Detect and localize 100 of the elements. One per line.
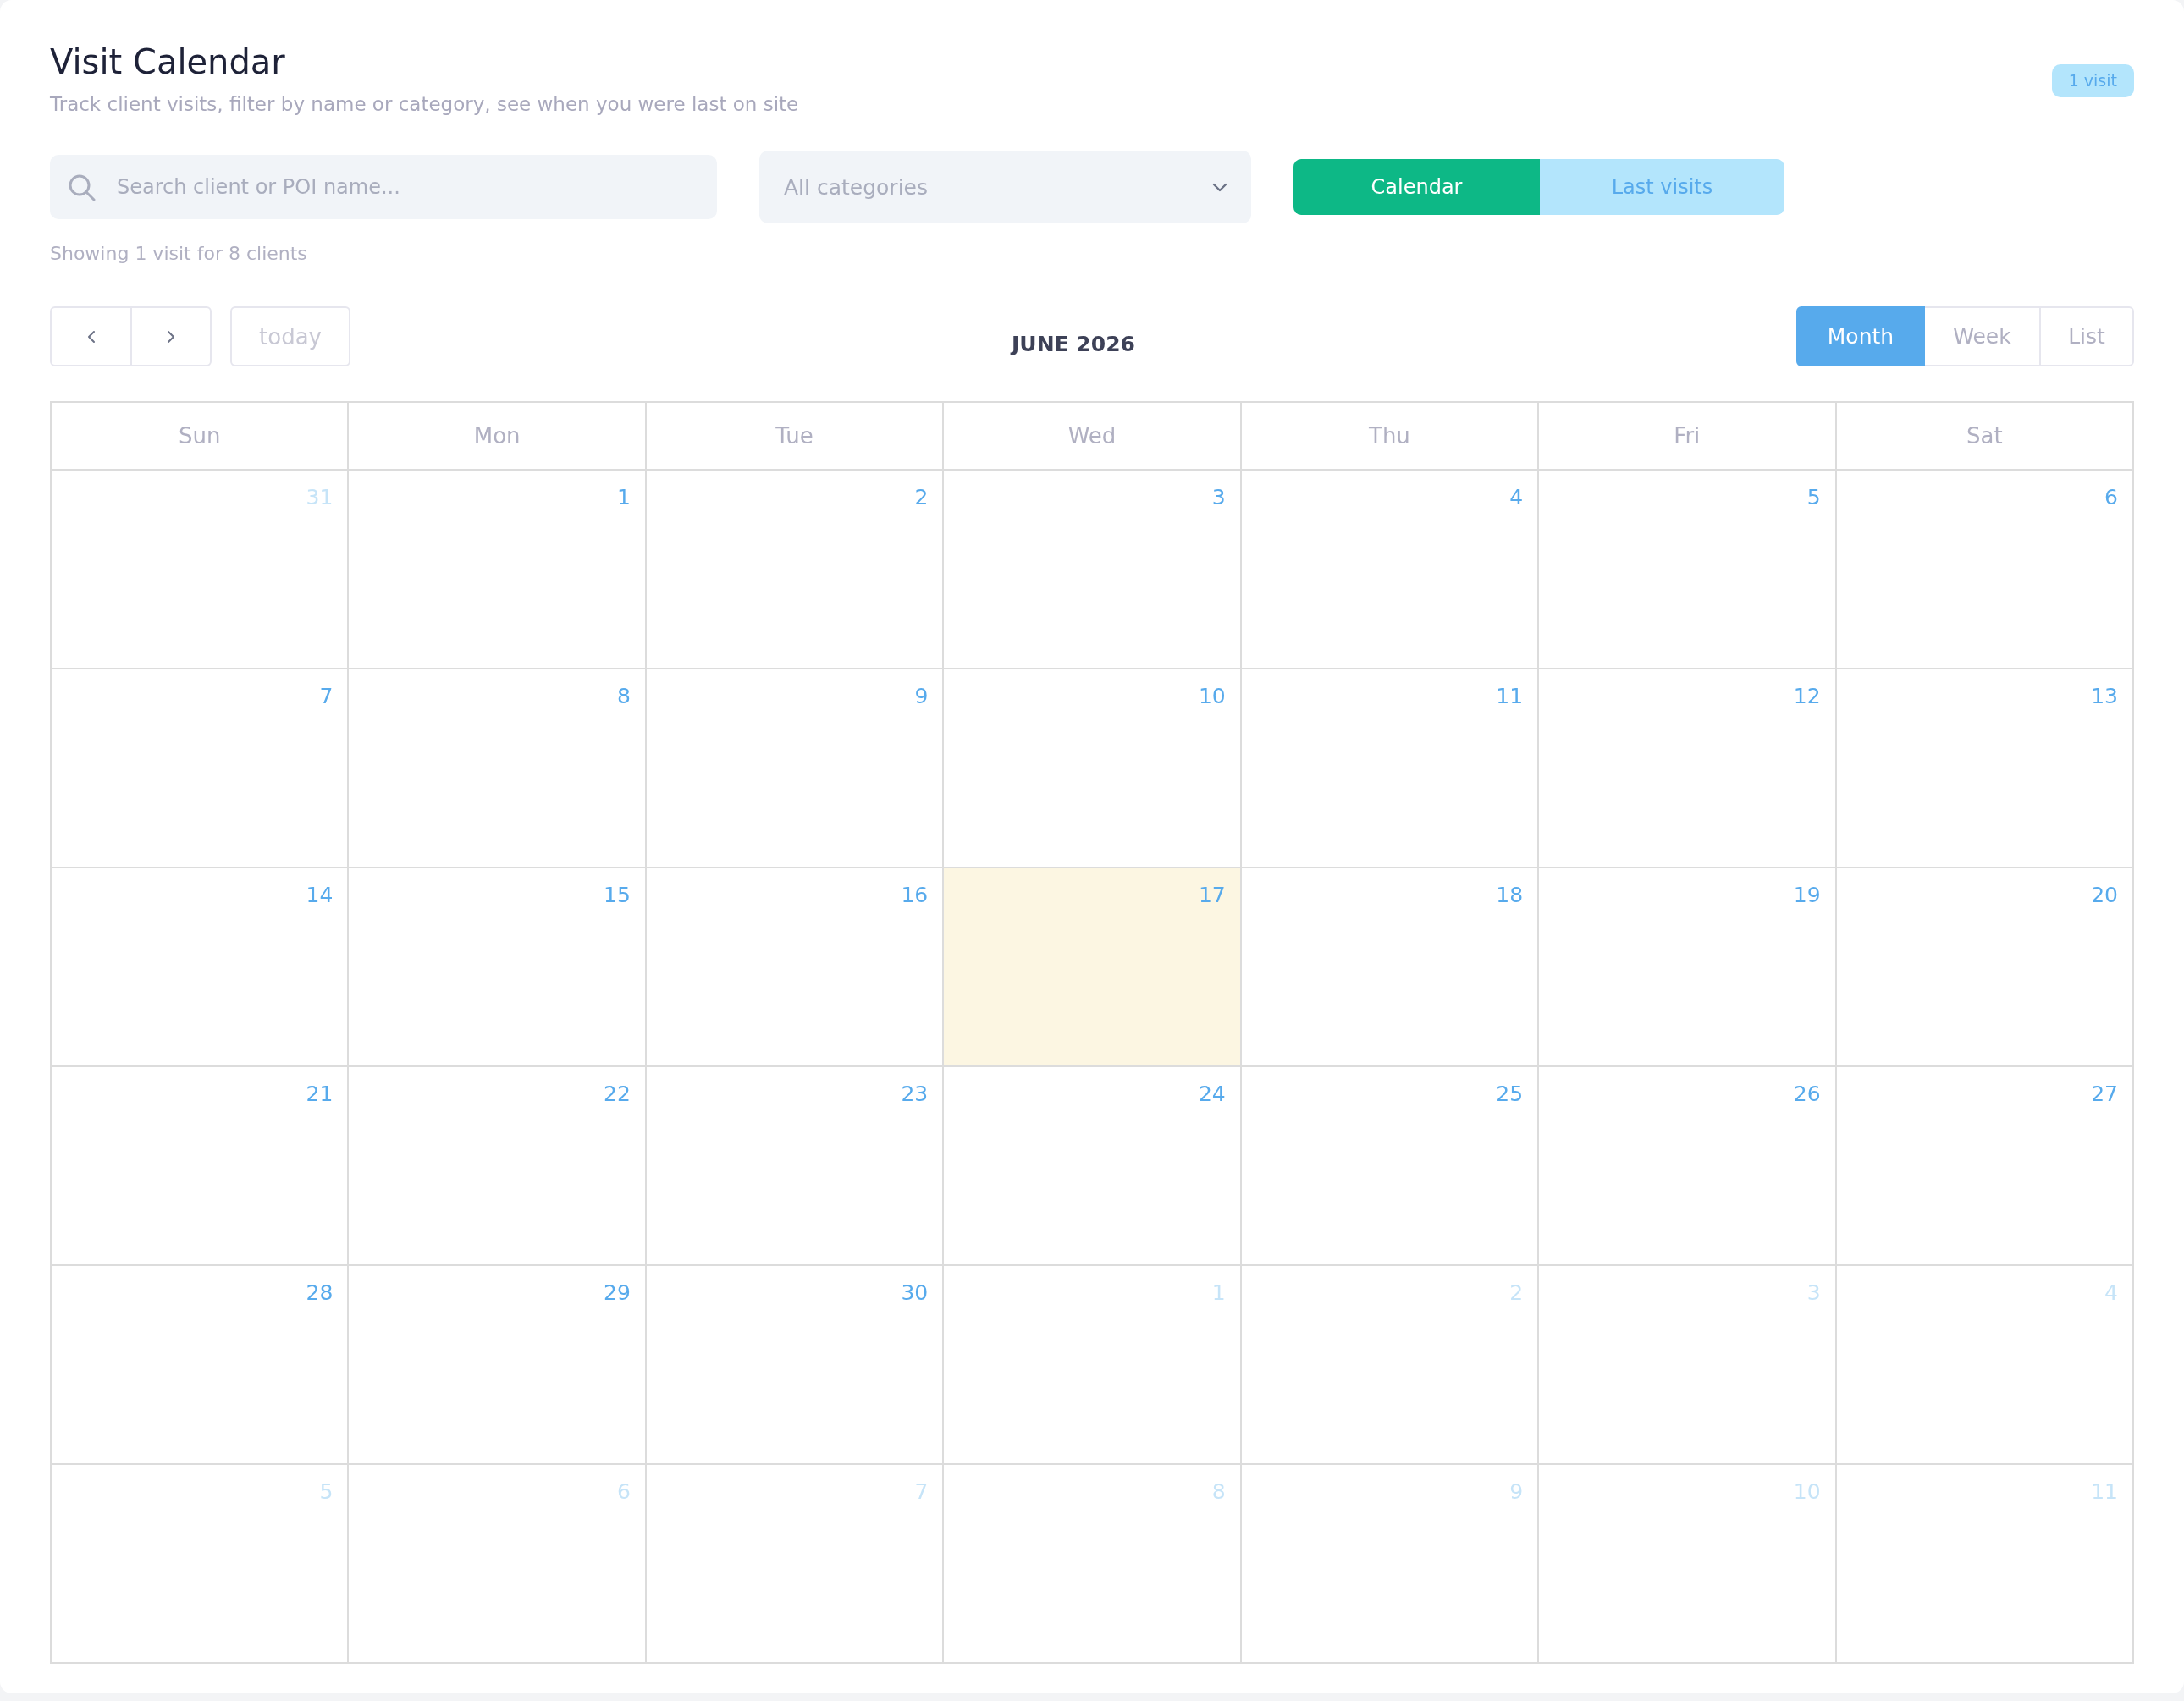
day-cell[interactable]: 22 [349, 1067, 647, 1266]
day-cell[interactable]: 29 [349, 1266, 647, 1465]
day-number: 29 [604, 1280, 631, 1306]
search-icon [68, 173, 96, 201]
day-number: 4 [2104, 1280, 2118, 1306]
search-field[interactable]: Search client or POI name... [50, 155, 717, 219]
day-number: 17 [1198, 883, 1226, 908]
day-cell[interactable]: 6 [1836, 471, 2134, 669]
chevron-down-icon [1212, 182, 1227, 192]
day-number: 1 [616, 485, 631, 510]
day-number: 9 [1509, 1479, 1524, 1505]
chevron-left-icon [86, 329, 96, 344]
day-number: 9 [914, 684, 929, 709]
day-number: 6 [2104, 485, 2118, 510]
view-tab[interactable]: List [2039, 306, 2134, 366]
day-number: 24 [1198, 1082, 1226, 1107]
day-number: 20 [2091, 883, 2118, 908]
day-number: 25 [1496, 1082, 1524, 1107]
day-number: 14 [306, 883, 334, 908]
day-cell[interactable]: 9 [646, 669, 945, 868]
day-cell[interactable]: 1 [349, 471, 647, 669]
day-cell[interactable]: 9 [1241, 1465, 1540, 1664]
day-cell[interactable]: 25 [1241, 1067, 1540, 1266]
day-number: 30 [901, 1280, 929, 1306]
category-select[interactable]: All categories [759, 151, 1251, 223]
day-cell[interactable]: 16 [646, 868, 945, 1067]
results-summary: Showing 1 visit for 8 clients [50, 242, 307, 266]
day-cell[interactable]: 3 [1539, 1266, 1837, 1465]
day-cell[interactable]: 14 [52, 868, 350, 1067]
day-number: 7 [914, 1479, 929, 1505]
day-number: 22 [604, 1082, 631, 1107]
day-number: 31 [306, 485, 334, 510]
day-cell[interactable]: 2 [646, 471, 945, 669]
day-cell[interactable]: 4 [1241, 471, 1540, 669]
day-number: 16 [901, 883, 929, 908]
day-number: 7 [319, 684, 334, 709]
day-cell[interactable]: 21 [52, 1067, 350, 1266]
page-subtitle: Track client visits, filter by name or category, see when you were last on site [50, 92, 799, 117]
day-cell[interactable]: 7 [52, 669, 350, 868]
day-number: 28 [306, 1280, 334, 1306]
day-cell[interactable]: 17 [944, 868, 1242, 1067]
day-number: 3 [1806, 1280, 1821, 1306]
day-cell[interactable]: 13 [1836, 669, 2134, 868]
visit-count-badge: 1 visit [2051, 64, 2134, 97]
day-number: 6 [616, 1479, 631, 1505]
day-cell[interactable]: 5 [52, 1465, 350, 1664]
day-number: 1 [1211, 1280, 1226, 1306]
chevron-right-icon [167, 329, 175, 344]
view-tab[interactable]: Week [1923, 306, 2041, 366]
day-cell[interactable]: 7 [646, 1465, 945, 1664]
day-cell[interactable]: 31 [52, 471, 350, 669]
view-tab[interactable]: Month [1796, 306, 1925, 366]
page-title: Visit Calendar [50, 41, 285, 83]
mode-tab[interactable]: Last visits [1540, 159, 1784, 215]
day-cell[interactable]: 26 [1539, 1067, 1837, 1266]
day-number: 13 [2091, 684, 2118, 709]
day-number: 21 [306, 1082, 334, 1107]
day-cell[interactable]: 18 [1241, 868, 1540, 1067]
mode-tab[interactable]: Calendar [1293, 159, 1540, 215]
day-number: 11 [2091, 1479, 2118, 1505]
day-number: 8 [616, 684, 631, 709]
previous-button[interactable] [50, 306, 132, 366]
day-cell[interactable]: 27 [1836, 1067, 2134, 1266]
day-number: 27 [2091, 1082, 2118, 1107]
month-title: JUNE 2026 [1012, 332, 1135, 356]
day-cell[interactable]: 8 [944, 1465, 1242, 1664]
day-number: 2 [1509, 1280, 1524, 1306]
day-cell[interactable]: 15 [349, 868, 647, 1067]
day-number: 10 [1198, 684, 1226, 709]
day-cell[interactable]: 28 [52, 1266, 350, 1465]
day-cell[interactable]: 11 [1836, 1465, 2134, 1664]
day-number: 19 [1793, 883, 1821, 908]
day-cell[interactable]: 11 [1241, 669, 1540, 868]
day-cell[interactable]: 2 [1241, 1266, 1540, 1465]
day-cell[interactable]: 6 [349, 1465, 647, 1664]
day-cell[interactable]: 4 [1836, 1266, 2134, 1465]
day-number: 5 [1806, 485, 1821, 510]
day-number: 10 [1793, 1479, 1821, 1505]
day-number: 2 [914, 485, 929, 510]
day-cell[interactable]: 24 [944, 1067, 1242, 1266]
day-number: 8 [1211, 1479, 1226, 1505]
day-number: 26 [1793, 1082, 1821, 1107]
day-number: 23 [901, 1082, 929, 1107]
day-cell[interactable]: 1 [944, 1266, 1242, 1465]
day-cell[interactable]: 12 [1539, 669, 1837, 868]
day-cell[interactable]: 10 [944, 669, 1242, 868]
day-cell[interactable]: 10 [1539, 1465, 1837, 1664]
day-number: 4 [1509, 485, 1524, 510]
day-number: 18 [1496, 883, 1524, 908]
day-number: 3 [1211, 485, 1226, 510]
next-button[interactable] [130, 306, 212, 366]
day-number: 11 [1496, 684, 1524, 709]
day-cell[interactable]: 20 [1836, 868, 2134, 1067]
day-cell[interactable]: 23 [646, 1067, 945, 1266]
day-cell[interactable]: 19 [1539, 868, 1837, 1067]
day-cell[interactable]: 30 [646, 1266, 945, 1465]
day-cell[interactable]: 8 [349, 669, 647, 868]
day-cell[interactable]: 3 [944, 471, 1242, 669]
day-number: 5 [319, 1479, 334, 1505]
day-cell[interactable]: 5 [1539, 471, 1837, 669]
